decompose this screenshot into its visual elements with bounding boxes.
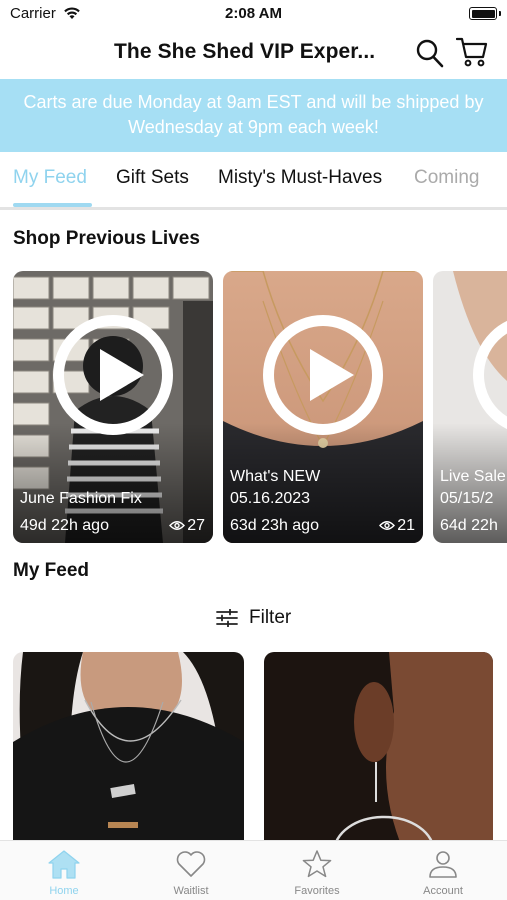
person-icon [429, 851, 457, 878]
tab-waitlist-label: Waitlist [173, 885, 209, 897]
live-title: June Fashion Fix [20, 490, 142, 507]
live-title: Live Sale 05/15/2 [440, 468, 506, 507]
tabs-divider [0, 207, 507, 210]
heart-icon [176, 851, 206, 877]
bottom-tab-bar: Home Waitlist Favorites Account [0, 840, 507, 900]
tab-waitlist[interactable]: Waitlist [146, 845, 236, 897]
tab-account-label: Account [423, 885, 463, 897]
live-age: 64d 22h [440, 517, 498, 534]
play-icon[interactable] [263, 315, 383, 435]
tab-home[interactable]: Home [19, 845, 109, 897]
home-icon [48, 850, 80, 879]
status-bar: Carrier 2:08 AM [0, 0, 507, 28]
live-views: 27 [169, 517, 205, 535]
sliders-icon [216, 609, 238, 627]
live-title: What's NEW 05.16.2023 [230, 468, 321, 507]
battery-icon [469, 7, 501, 20]
product-image [264, 652, 493, 852]
tab-my-feed[interactable]: My Feed [13, 167, 87, 189]
tab-gift-sets[interactable]: Gift Sets [116, 167, 189, 189]
live-card[interactable]: What's NEW 05.16.2023 63d 23h ago 21 [223, 271, 423, 543]
play-icon[interactable] [53, 315, 173, 435]
live-card[interactable]: June Fashion Fix 49d 22h ago 27 [13, 271, 213, 543]
banner-text: Carts are due Monday at 9am EST and will… [23, 92, 484, 137]
view-count: 27 [187, 517, 205, 534]
category-tabs: My Feed Gift Sets Misty's Must-Haves Com… [0, 152, 507, 210]
live-card[interactable]: Live Sale 05/15/2 64d 22h [433, 271, 507, 543]
eye-icon [169, 521, 186, 530]
live-views: 21 [379, 517, 415, 535]
product-card[interactable] [13, 652, 244, 852]
tab-favorites-label: Favorites [294, 885, 340, 897]
feed-heading: My Feed [13, 560, 90, 581]
app-header: The She Shed VIP Exper... [0, 28, 507, 78]
store-title: The She Shed VIP Exper... [114, 40, 376, 63]
clock: 2:08 AM [225, 5, 282, 22]
filter-label: Filter [249, 607, 292, 628]
cart-icon[interactable] [456, 36, 488, 68]
tab-coming[interactable]: Coming [414, 167, 479, 189]
previous-lives-heading: Shop Previous Lives [13, 228, 200, 249]
tab-mistys-must-haves[interactable]: Misty's Must-Haves [218, 167, 382, 189]
announcement-banner: Carts are due Monday at 9am EST and will… [0, 79, 507, 152]
star-icon [302, 850, 332, 878]
view-count: 21 [397, 517, 415, 534]
product-image [13, 652, 244, 852]
product-card[interactable] [264, 652, 493, 852]
live-age: 63d 23h ago [230, 517, 319, 534]
tab-favorites[interactable]: Favorites [272, 845, 362, 897]
live-age: 49d 22h ago [20, 517, 109, 534]
search-icon[interactable] [416, 38, 444, 68]
tab-home-label: Home [49, 885, 79, 897]
tab-account[interactable]: Account [398, 845, 488, 897]
eye-icon [379, 521, 396, 530]
